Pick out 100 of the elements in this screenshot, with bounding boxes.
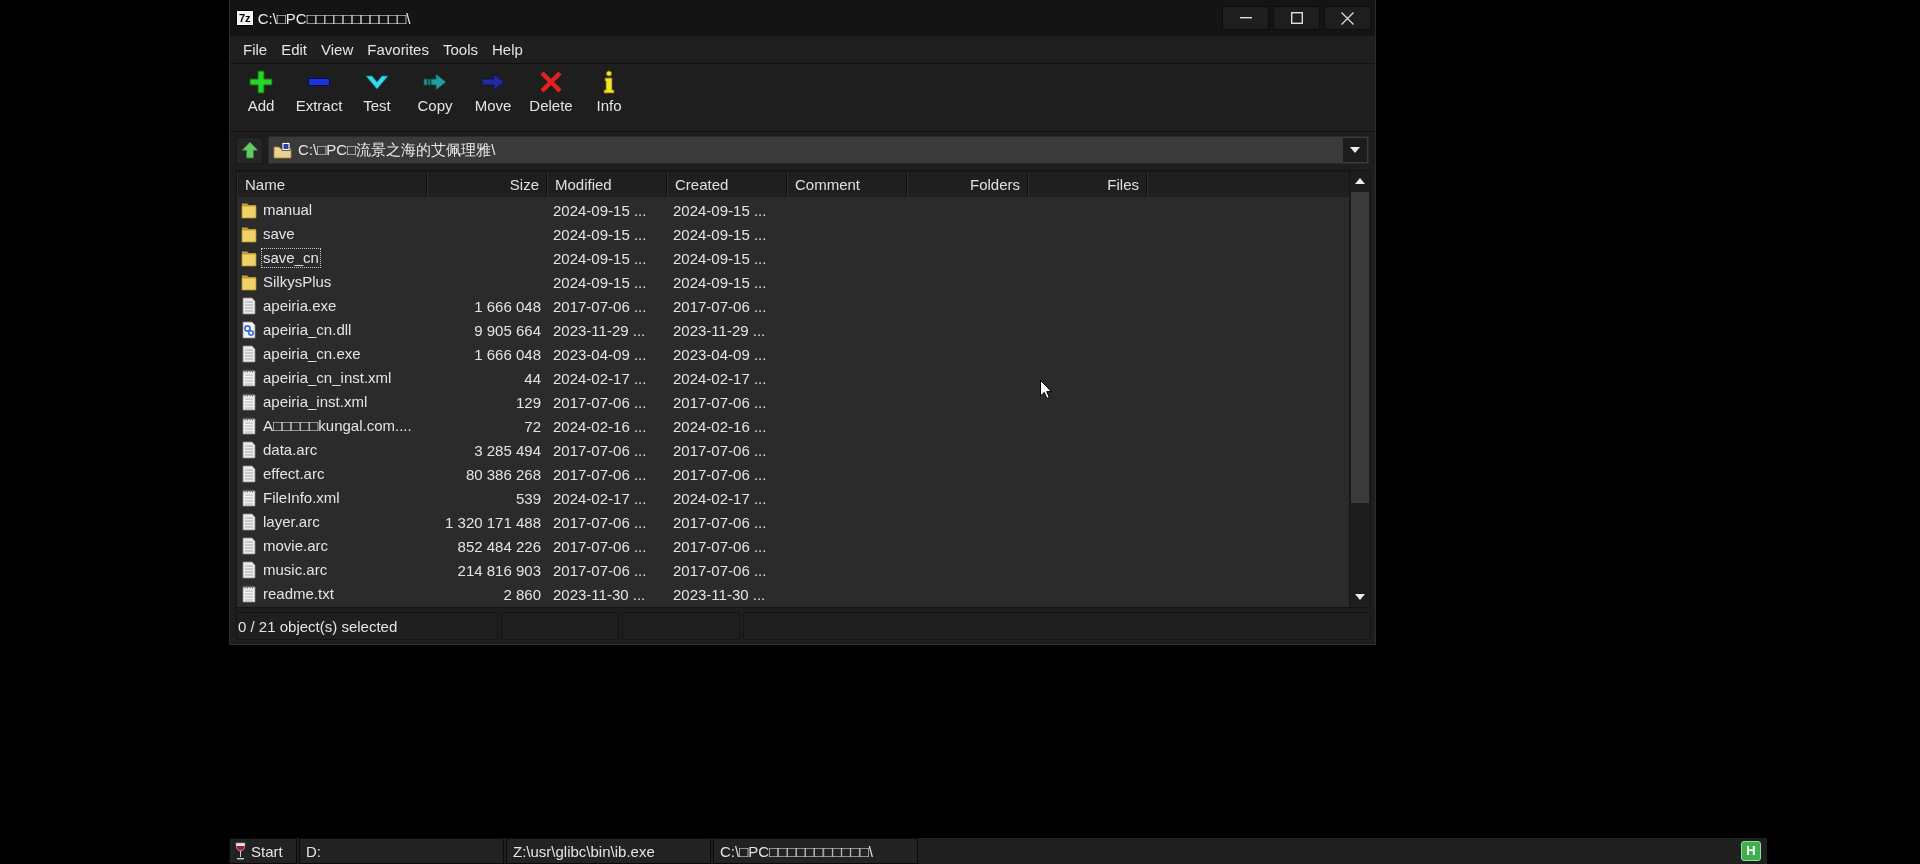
modified-date: 2024-02-17 ...	[553, 369, 647, 387]
menu-item[interactable]: Tools	[435, 38, 485, 61]
file-row[interactable]: effect.arc 80 386 268 2017-07-06 ... 2017-07-06 ...	[237, 462, 1349, 486]
file-size: 1 666 048	[474, 345, 541, 363]
modified-date: 2023-04-09 ...	[553, 345, 647, 363]
taskbar-button[interactable]: D:	[299, 838, 504, 864]
file-row[interactable]: apeiria_inst.xml 129 2017-07-06 ... 2017-07-06 ...	[237, 390, 1349, 414]
created-date: 2024-09-15 ...	[673, 249, 767, 267]
created-date: 2017-07-06 ...	[673, 537, 767, 555]
file-row[interactable]: SilkysPlus 2024-09-15 ... 2024-09-15 ...	[237, 270, 1349, 294]
modified-date: 2017-07-06 ...	[553, 441, 647, 459]
menu-item[interactable]: View	[314, 38, 361, 61]
taskbar-button[interactable]: C:\□PC□□□□□□□□□□□\	[713, 838, 918, 864]
notepad-icon	[241, 585, 257, 603]
archive-folder-icon	[273, 141, 292, 159]
created-date: 2017-07-06 ...	[673, 513, 767, 531]
column-header[interactable]: Modified	[547, 172, 667, 197]
scrollbar-thumb[interactable]	[1351, 192, 1369, 504]
created-date: 2017-07-06 ...	[673, 297, 767, 315]
folder-icon	[241, 201, 257, 219]
file-row[interactable]: data.arc 3 285 494 2017-07-06 ... 2017-07-06 ...	[237, 438, 1349, 462]
up-arrow-icon	[240, 141, 259, 159]
file-size: 44	[524, 369, 541, 387]
file-row[interactable]: manual 2024-09-15 ... 2024-09-15 ...	[237, 198, 1349, 222]
file-size: 539	[515, 489, 541, 507]
caret-up-icon	[1355, 178, 1365, 184]
document-icon	[241, 345, 257, 363]
modified-date: 2017-07-06 ...	[553, 393, 647, 411]
file-size: 852 484 226	[457, 537, 541, 555]
taskbar-button[interactable]: Z:\usr\glibc\bin\ib.exe	[506, 838, 711, 864]
toolbar-button[interactable]: Info	[580, 70, 638, 116]
up-folder-button[interactable]	[236, 136, 263, 164]
dropdown-button[interactable]	[1343, 138, 1367, 162]
file-row[interactable]: FileInfo.xml 539 2024-02-17 ... 2024-02-17 ...	[237, 486, 1349, 510]
menu-item[interactable]: Edit	[274, 38, 315, 61]
modified-date: 2017-07-06 ...	[553, 537, 647, 555]
caret-down-icon	[1350, 147, 1360, 153]
address-field[interactable]: C:\□PC□流景之海的艾佩理雅\	[268, 136, 1369, 164]
close-button[interactable]	[1324, 6, 1371, 30]
file-size: 214 816 903	[457, 561, 541, 579]
file-row[interactable]: apeiria.exe 1 666 048 2017-07-06 ... 2017-07-06 ...	[237, 294, 1349, 318]
column-header[interactable]: Name	[237, 172, 427, 197]
file-row[interactable]: apeiria_cn.exe 1 666 048 2023-04-09 ... 2023-04-09 ...	[237, 342, 1349, 366]
file-name: apeiria.exe	[262, 297, 338, 315]
toolbar-button[interactable]: Delete	[522, 70, 580, 116]
toolbar-button[interactable]: Add	[232, 70, 290, 116]
file-size: 3 285 494	[474, 441, 541, 459]
minimize-button[interactable]	[1222, 6, 1269, 30]
file-row[interactable]: save_cn 2024-09-15 ... 2024-09-15 ...	[237, 246, 1349, 270]
created-date: 2017-07-06 ...	[673, 393, 767, 411]
modified-date: 2024-02-16 ...	[553, 417, 647, 435]
file-row[interactable]: apeiria_cn_inst.xml 44 2024-02-17 ... 2024-02-17 ...	[237, 366, 1349, 390]
column-header[interactable]: Files	[1028, 172, 1147, 197]
column-header[interactable]: Created	[667, 172, 787, 197]
x-mark-icon	[539, 70, 563, 94]
created-date: 2024-02-17 ...	[673, 489, 767, 507]
modified-date: 2017-07-06 ...	[553, 561, 647, 579]
scrollbar[interactable]	[1349, 171, 1370, 607]
address-path-text: C:\□PC□流景之海的艾佩理雅\	[298, 140, 496, 160]
modified-date: 2017-07-06 ...	[553, 297, 647, 315]
file-name: music.arc	[262, 561, 329, 579]
menu-item[interactable]: Favorites	[360, 38, 436, 61]
toolbar-button[interactable]: Copy	[406, 70, 464, 116]
file-size: 1 320 171 488	[445, 513, 541, 531]
file-name: apeiria_cn.dll	[262, 321, 353, 339]
modified-date: 2024-02-17 ...	[553, 489, 647, 507]
created-date: 2017-07-06 ...	[673, 441, 767, 459]
toolbar-button[interactable]: Test	[348, 70, 406, 116]
created-date: 2024-09-15 ...	[673, 225, 767, 243]
created-date: 2024-09-15 ...	[673, 201, 767, 219]
minimize-icon	[1239, 17, 1252, 19]
document-icon	[241, 513, 257, 531]
file-row[interactable]: apeiria_cn.dll 9 905 664 2023-11-29 ... 2023-11-29 ...	[237, 318, 1349, 342]
caret-down-icon	[1355, 594, 1365, 600]
document-icon	[241, 561, 257, 579]
created-date: 2023-11-30 ...	[673, 585, 766, 603]
file-row[interactable]: layer.arc 1 320 171 488 2017-07-06 ... 2017-07-06 ...	[237, 510, 1349, 534]
file-row[interactable]: music.arc 214 816 903 2017-07-06 ... 2017-07-06 ...	[237, 558, 1349, 582]
file-name: save_cn	[262, 249, 320, 267]
column-header[interactable]: Comment	[787, 172, 907, 197]
file-row[interactable]: A□□□□□kungal.com.... 72 2024-02-16 ... 2024-02-16 ...	[237, 414, 1349, 438]
column-header[interactable]: Size	[427, 172, 547, 197]
maximize-button[interactable]	[1273, 6, 1320, 30]
file-row[interactable]: save 2024-09-15 ... 2024-09-15 ...	[237, 222, 1349, 246]
toolbar-button[interactable]: Extract	[290, 70, 348, 116]
notepad-icon	[241, 417, 257, 435]
file-size: 2 860	[503, 585, 541, 603]
folder-icon	[241, 273, 257, 291]
menu-item[interactable]: File	[236, 38, 275, 61]
file-name: FileInfo.xml	[262, 489, 341, 507]
menu-item[interactable]: Help	[485, 38, 530, 61]
file-name: apeiria_cn.exe	[262, 345, 362, 363]
created-date: 2017-07-06 ...	[673, 561, 767, 579]
close-icon	[1341, 11, 1354, 25]
column-header[interactable]: Folders	[907, 172, 1028, 197]
document-icon	[241, 297, 257, 315]
file-row[interactable]: movie.arc 852 484 226 2017-07-06 ... 2017-07-06 ...	[237, 534, 1349, 558]
toolbar-button[interactable]: Move	[464, 70, 522, 116]
file-row[interactable]: readme.txt 2 860 2023-11-30 ... 2023-11-30 ...	[237, 582, 1349, 606]
start-button[interactable]: Start	[229, 838, 297, 864]
